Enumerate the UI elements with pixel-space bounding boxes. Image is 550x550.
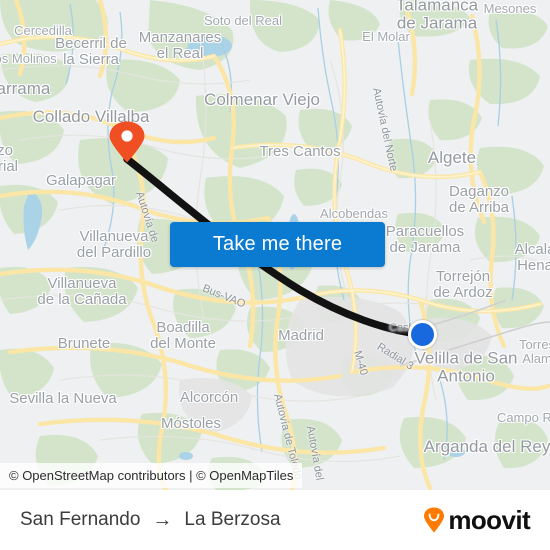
origin-map-pin[interactable] [108,121,146,163]
moovit-wordmark: moovit [448,504,530,535]
map-attribution[interactable]: © OpenStreetMap contributors | © OpenMap… [0,463,303,488]
moovit-logo[interactable]: moovit [423,504,531,536]
moovit-pin-icon [424,507,445,533]
arrow-right-icon: → [152,509,173,531]
trip-origin: San Fernando [20,509,141,530]
attribution-text: © OpenStreetMap contributors | © OpenMap… [9,468,294,483]
trip-destination: La Berzosa [184,509,281,530]
moovit-trip-map-screen: Cercedilla Soto del Real Talamanca de Jaram… [0,0,550,550]
take-me-there-label: Take me there [212,233,343,255]
destination-map-dot[interactable] [408,320,437,349]
map-pin-icon [109,121,145,163]
trip-footer: San Fernando → La Berzosa moovit [0,490,550,550]
trip-summary: San Fernando → La Berzosa [20,509,281,531]
take-me-there-button[interactable]: Take me there [170,222,385,267]
map-canvas[interactable]: Cercedilla Soto del Real Talamanca de Jaram… [0,0,550,490]
